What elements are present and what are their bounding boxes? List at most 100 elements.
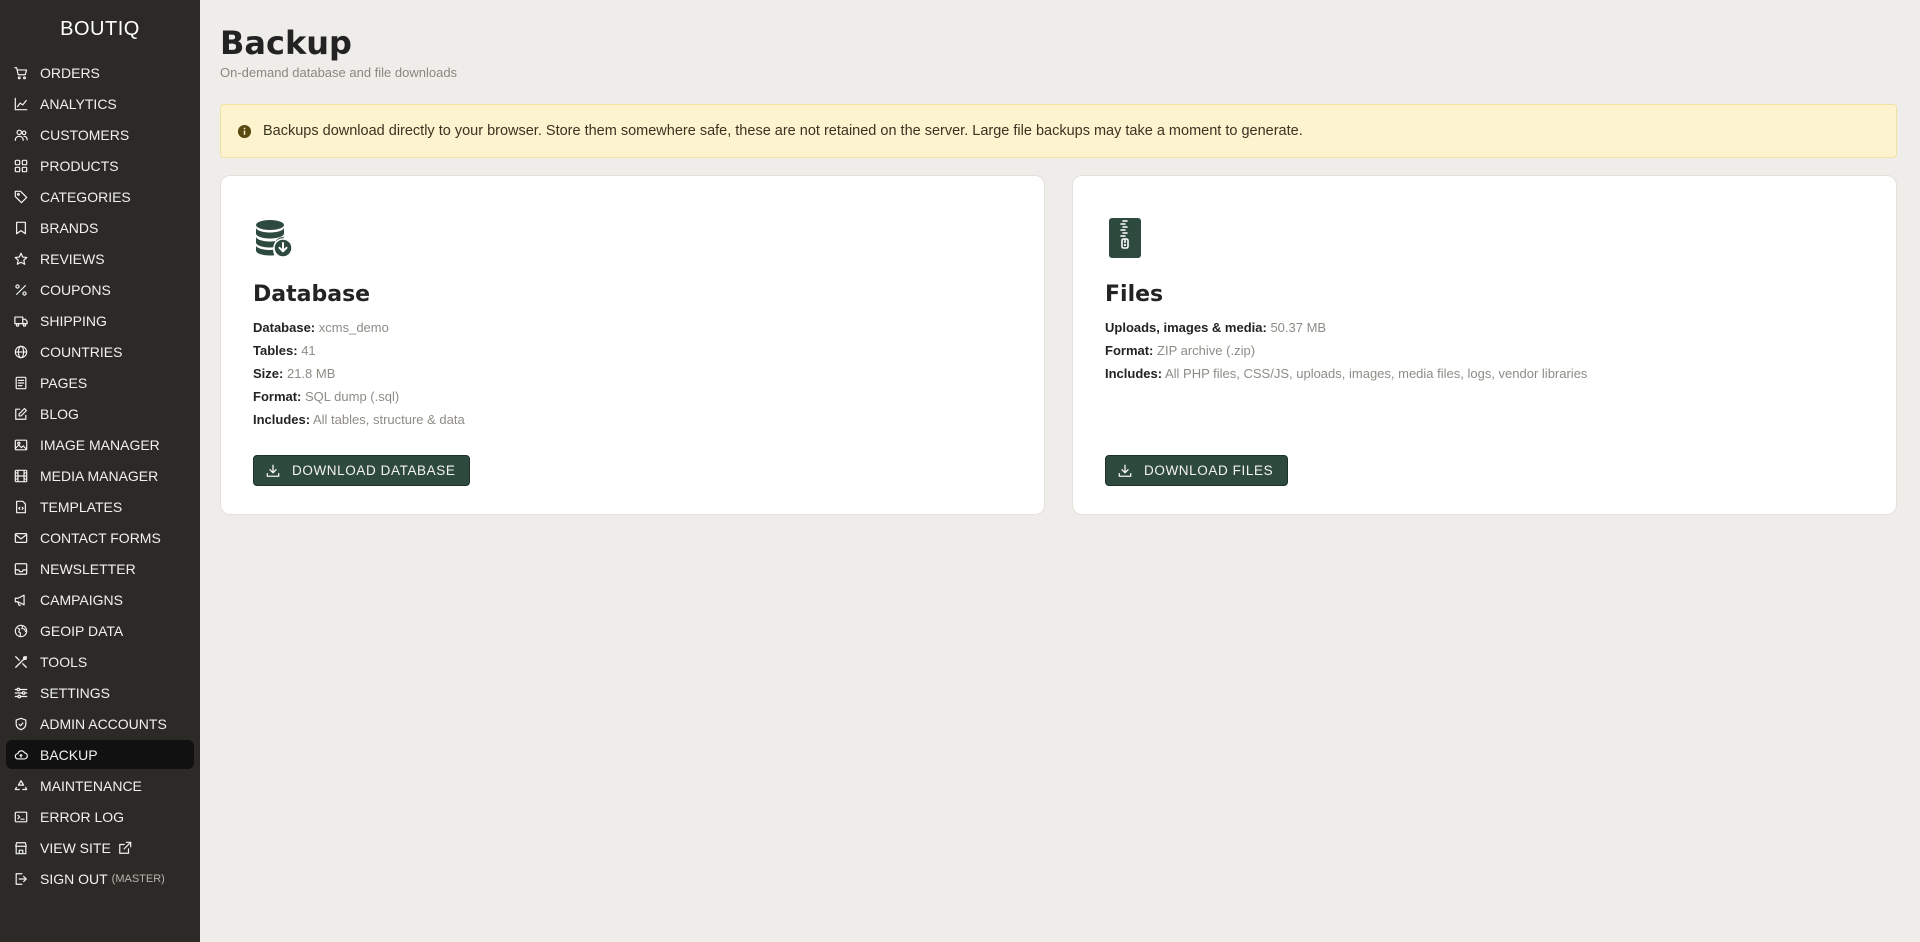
detail-row: Format: ZIP archive (.zip) — [1105, 339, 1864, 362]
sidebar-item-categories[interactable]: CATEGORIES — [6, 182, 194, 211]
database-download-icon — [253, 218, 293, 258]
info-notice: Backups download directly to your browse… — [220, 104, 1897, 158]
globe-pin-icon — [14, 624, 28, 638]
detail-value: ZIP archive (.zip) — [1157, 343, 1256, 358]
detail-label: Format: — [253, 389, 302, 404]
sidebar-item-label: CONTACT FORMS — [40, 529, 161, 546]
detail-value: xcms_demo — [318, 320, 389, 335]
sidebar-item-templates[interactable]: TEMPLATES — [6, 492, 194, 521]
files-details: Uploads, images & media: 50.37 MB Format… — [1105, 316, 1864, 385]
sidebar-item-label: ANALYTICS — [40, 95, 117, 112]
sidebar-item-label: PRODUCTS — [40, 157, 119, 174]
sidebar-item-label: SHIPPING — [40, 312, 107, 329]
sidebar-item-contact-forms[interactable]: CONTACT FORMS — [6, 523, 194, 552]
download-icon — [1118, 464, 1132, 478]
detail-value: 41 — [301, 343, 316, 358]
sidebar-item-label: IMAGE MANAGER — [40, 436, 160, 453]
sidebar-item-label: ADMIN ACCOUNTS — [40, 715, 167, 732]
inbox-icon — [14, 562, 28, 576]
edit-icon — [14, 407, 28, 421]
sidebar-item-maintenance[interactable]: MAINTENANCE — [6, 771, 194, 800]
detail-label: Tables: — [253, 343, 298, 358]
megaphone-icon — [14, 593, 28, 607]
page-title: Backup — [220, 24, 352, 62]
sidebar-item-label: NEWSLETTER — [40, 560, 136, 577]
external-link-icon — [118, 841, 132, 855]
detail-row: Uploads, images & media: 50.37 MB — [1105, 316, 1864, 339]
download-database-button[interactable]: DOWNLOAD DATABASE — [253, 455, 471, 486]
sidebar-item-label: VIEW SITE — [40, 839, 111, 856]
sidebar-item-label: SETTINGS — [40, 684, 111, 701]
brand-logo[interactable]: BOUTIQ — [0, 0, 200, 58]
download-icon — [266, 464, 280, 478]
percent-icon — [14, 283, 28, 297]
sidebar-item-label: COUNTRIES — [40, 343, 123, 360]
sliders-icon — [14, 686, 28, 700]
detail-label: Database: — [253, 320, 316, 335]
sidebar-item-label: ORDERS — [40, 64, 100, 81]
file-code-icon — [14, 500, 28, 514]
page-icon — [14, 376, 28, 390]
sidebar-item-image-manager[interactable]: IMAGE MANAGER — [6, 430, 194, 459]
sidebar-item-brands[interactable]: BRANDS — [6, 213, 194, 242]
sidebar-item-reviews[interactable]: REVIEWS — [6, 244, 194, 273]
sidebar-item-geoip-data[interactable]: GEOIP DATA — [6, 616, 194, 645]
sidebar-item-label: GEOIP DATA — [40, 622, 124, 639]
sidebar-item-label: TEMPLATES — [40, 498, 123, 515]
sidebar-item-label: COUPONS — [40, 281, 111, 298]
sidebar-item-tools[interactable]: TOOLS — [6, 647, 194, 676]
sidebar-item-error-log[interactable]: ERROR LOG — [6, 802, 194, 831]
truck-icon — [14, 314, 28, 328]
sidebar-item-shipping[interactable]: SHIPPING — [6, 306, 194, 335]
mail-icon — [14, 531, 28, 545]
sidebar-item-countries[interactable]: COUNTRIES — [6, 337, 194, 366]
sidebar-item-newsletter[interactable]: NEWSLETTER — [6, 554, 194, 583]
files-card-title: Files — [1105, 282, 1164, 307]
sidebar-item-media-manager[interactable]: MEDIA MANAGER — [6, 461, 194, 490]
detail-label: Size: — [253, 366, 284, 381]
sidebar-item-campaigns[interactable]: CAMPAIGNS — [6, 585, 194, 614]
sidebar: BOUTIQ ORDERS ANALYTICS CUSTOMERS PRODUC… — [0, 0, 200, 942]
download-files-label: DOWNLOAD FILES — [1144, 463, 1274, 478]
cloud-icon — [14, 748, 28, 762]
detail-label: Uploads, images & media: — [1105, 320, 1267, 335]
sidebar-item-customers[interactable]: CUSTOMERS — [6, 120, 194, 149]
shield-icon — [14, 717, 28, 731]
sidebar-item-orders[interactable]: ORDERS — [6, 58, 194, 87]
sidebar-item-label: BACKUP — [40, 746, 98, 763]
sidebar-item-blog[interactable]: BLOG — [6, 399, 194, 428]
sidebar-item-admin-accounts[interactable]: ADMIN ACCOUNTS — [6, 709, 194, 738]
detail-row: Includes: All tables, structure & data — [253, 408, 1012, 431]
users-icon — [14, 128, 28, 142]
detail-label: Includes: — [1105, 366, 1163, 381]
sidebar-item-backup[interactable]: BACKUP — [6, 740, 194, 769]
sidebar-item-view-site[interactable]: VIEW SITE — [6, 833, 194, 862]
detail-row: Size: 21.8 MB — [253, 362, 1012, 385]
detail-row: Tables: 41 — [253, 339, 1012, 362]
files-card: Files Uploads, images & media: 50.37 MB … — [1072, 175, 1897, 515]
sidebar-item-pages[interactable]: PAGES — [6, 368, 194, 397]
sidebar-item-label: CAMPAIGNS — [40, 591, 123, 608]
globe-icon — [14, 345, 28, 359]
recycle-icon — [14, 779, 28, 793]
download-files-button[interactable]: DOWNLOAD FILES — [1105, 455, 1289, 486]
sidebar-item-label: BRANDS — [40, 219, 99, 236]
detail-row: Includes: All PHP files, CSS/JS, uploads… — [1105, 362, 1864, 385]
sign-out-role: (MASTER) — [111, 872, 165, 885]
notice-text: Backups download directly to your browse… — [263, 123, 1303, 139]
sidebar-item-analytics[interactable]: ANALYTICS — [6, 89, 194, 118]
sidebar-item-products[interactable]: PRODUCTS — [6, 151, 194, 180]
terminal-icon — [14, 810, 28, 824]
sidebar-item-coupons[interactable]: COUPONS — [6, 275, 194, 304]
detail-row: Database: xcms_demo — [253, 316, 1012, 339]
image-icon — [14, 438, 28, 452]
detail-value: 21.8 MB — [286, 366, 336, 381]
database-card-title: Database — [253, 282, 371, 307]
sidebar-item-sign-out[interactable]: SIGN OUT (MASTER) — [6, 864, 194, 893]
grid-icon — [14, 159, 28, 173]
sidebar-item-settings[interactable]: SETTINGS — [6, 678, 194, 707]
tag-icon — [14, 190, 28, 204]
sidebar-item-label: ERROR LOG — [40, 808, 125, 825]
